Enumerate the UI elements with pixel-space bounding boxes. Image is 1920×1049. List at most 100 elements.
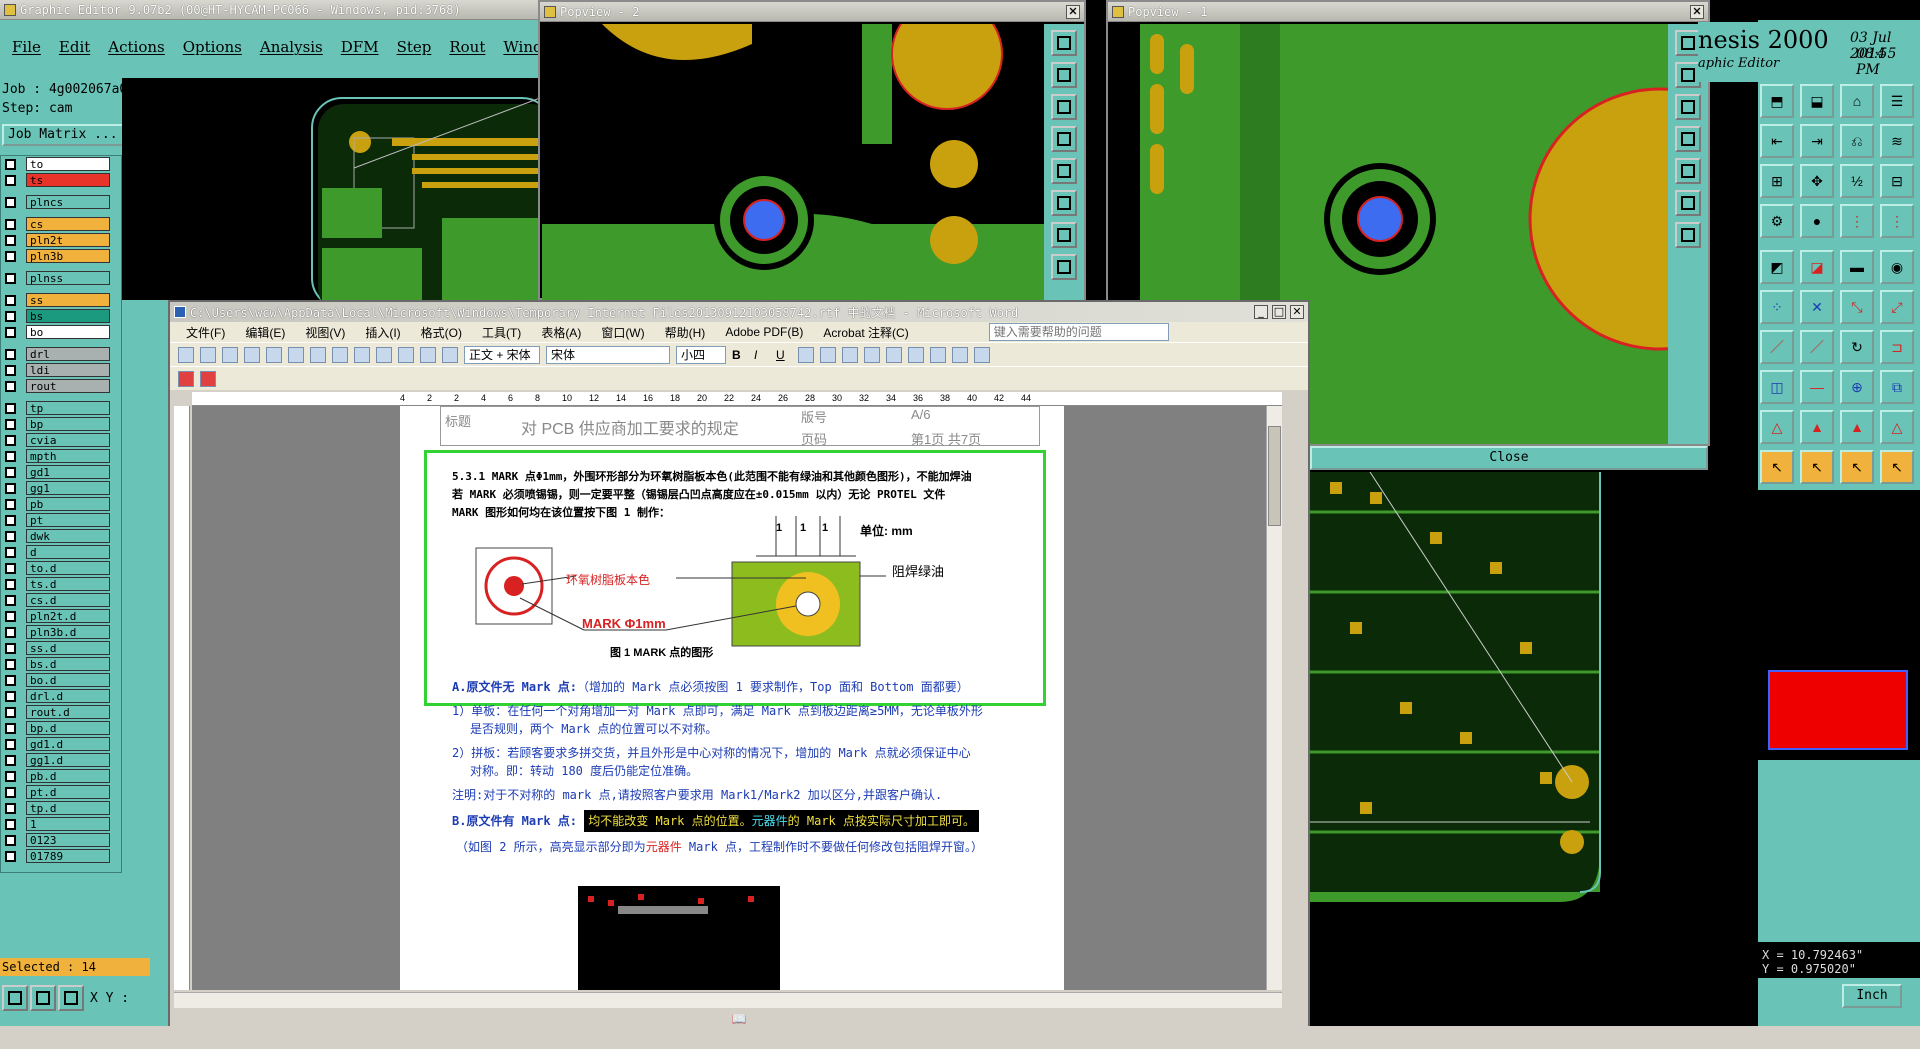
permission-icon[interactable]	[244, 346, 260, 363]
bullets-icon[interactable]	[908, 346, 924, 363]
vertical-scrollbar[interactable]	[1266, 406, 1282, 990]
layer-row[interactable]: pb	[5, 496, 121, 512]
copy-icon[interactable]	[376, 346, 392, 363]
layer-row[interactable]: cvia	[5, 432, 121, 448]
layer-checkbox[interactable]	[5, 482, 16, 494]
tool-icon[interactable]: ●	[1800, 204, 1834, 238]
underline-icon[interactable]: U	[776, 348, 792, 362]
word-menu-edit[interactable]: 编辑(E)	[245, 324, 285, 341]
font-dropdown[interactable]: 宋体	[546, 345, 670, 364]
menu-rout[interactable]: Rout	[449, 38, 485, 56]
layer-checkbox[interactable]	[5, 218, 16, 230]
layer-row[interactable]: pt.d	[5, 784, 121, 800]
layer-checkbox[interactable]	[5, 380, 16, 392]
layer-row[interactable]: gd1.d	[5, 736, 121, 752]
layer-row[interactable]: cs	[5, 216, 121, 232]
close-icon[interactable]: ✕	[1066, 5, 1080, 19]
save-icon[interactable]	[222, 346, 238, 363]
tool-icon[interactable]: ☰	[1880, 84, 1914, 118]
layer-row[interactable]: d	[5, 544, 121, 560]
tool-icon[interactable]: ↻	[1840, 330, 1874, 364]
layer-row[interactable]: pln2t.d	[5, 608, 121, 624]
layer-checkbox[interactable]	[5, 738, 16, 750]
layer-checkbox[interactable]	[5, 196, 16, 208]
overview-pane[interactable]	[1756, 490, 1920, 760]
layer-row[interactable]: ts	[5, 172, 121, 188]
layer-row[interactable]: pln3b	[5, 248, 121, 264]
layer-name[interactable]: ss.d	[26, 641, 110, 655]
new-icon[interactable]	[178, 346, 194, 363]
layer-name[interactable]: drl	[26, 347, 110, 361]
layer-row[interactable]: rout.d	[5, 704, 121, 720]
layer-row[interactable]: ldi	[5, 362, 121, 378]
pointer-icon[interactable]: ↖	[1760, 450, 1794, 484]
vertical-ruler[interactable]	[174, 406, 190, 990]
layer-name[interactable]: plncs	[26, 195, 110, 209]
layer-row[interactable]: ts.d	[5, 576, 121, 592]
layer-checkbox[interactable]	[5, 272, 16, 284]
layer-row[interactable]: to.d	[5, 560, 121, 576]
tool-icon[interactable]: ⚙	[1760, 204, 1794, 238]
preview-icon[interactable]	[310, 346, 326, 363]
layer-checkbox[interactable]	[5, 802, 16, 814]
layer-name[interactable]: pb	[26, 497, 110, 511]
word-menu-table[interactable]: 表格(A)	[541, 324, 581, 341]
tool-icon[interactable]: ◪	[1800, 250, 1834, 284]
menu-analysis[interactable]: Analysis	[260, 38, 323, 56]
layer-name[interactable]: ss	[26, 293, 110, 307]
tool-icon[interactable]: ／	[1760, 330, 1794, 364]
layer-name[interactable]: plnss	[26, 271, 110, 285]
popview-tool-icon[interactable]	[1051, 62, 1077, 88]
layer-row[interactable]: pln3b.d	[5, 624, 121, 640]
layer-checkbox[interactable]	[5, 690, 16, 702]
tool-icon[interactable]: ▲	[1840, 410, 1874, 444]
tool-icon[interactable]: ⬓	[1800, 84, 1834, 118]
layer-checkbox[interactable]	[5, 514, 16, 526]
layer-name[interactable]: drl.d	[26, 689, 110, 703]
layer-row[interactable]: bp.d	[5, 720, 121, 736]
indent-icon[interactable]	[930, 346, 946, 363]
layer-name[interactable]: cs.d	[26, 593, 110, 607]
layer-checkbox[interactable]	[5, 674, 16, 686]
help-search-input[interactable]	[988, 323, 1169, 341]
layer-checkbox[interactable]	[5, 364, 16, 376]
tool-icon[interactable]: ⋮	[1880, 204, 1914, 238]
tool-icon[interactable]: ⊐	[1880, 330, 1914, 364]
layer-row[interactable]: cs.d	[5, 592, 121, 608]
layer-row[interactable]: tp.d	[5, 800, 121, 816]
layer-name[interactable]: bp.d	[26, 721, 110, 735]
layer-name[interactable]: rout	[26, 379, 110, 393]
layer-checkbox[interactable]	[5, 578, 16, 590]
tool-icon[interactable]: ⇥	[1800, 124, 1834, 158]
tool-icon[interactable]: ≋	[1880, 124, 1914, 158]
undo-icon[interactable]	[420, 346, 436, 363]
layer-checkbox[interactable]	[5, 594, 16, 606]
pdf-mail-icon[interactable]	[200, 370, 216, 387]
layer-checkbox[interactable]	[5, 546, 16, 558]
layer-checkbox[interactable]	[5, 722, 16, 734]
layer-row[interactable]: pt	[5, 512, 121, 528]
word-menu-adobe[interactable]: Adobe PDF(B)	[725, 325, 803, 339]
tool-icon[interactable]: ⇤	[1760, 124, 1794, 158]
size-dropdown[interactable]: 小四	[676, 345, 726, 364]
print-icon[interactable]	[288, 346, 304, 363]
popview-2-title-bar[interactable]: Popview - 2 ✕	[540, 2, 1084, 22]
layer-checkbox[interactable]	[5, 642, 16, 654]
open-icon[interactable]	[200, 346, 216, 363]
layer-checkbox[interactable]	[5, 250, 16, 262]
layer-checkbox[interactable]	[5, 834, 16, 846]
layer-name[interactable]: pln3b	[26, 249, 110, 263]
layer-name[interactable]: bs.d	[26, 657, 110, 671]
tool-icon[interactable]: △	[1880, 410, 1914, 444]
layer-row[interactable]: 01789	[5, 848, 121, 864]
close-icon[interactable]: ✕	[1290, 305, 1304, 319]
layer-checkbox[interactable]	[5, 770, 16, 782]
numbering-icon[interactable]	[886, 346, 902, 363]
tool-icon[interactable]: —	[1800, 370, 1834, 404]
layer-row[interactable]: ss	[5, 292, 121, 308]
word-menu-format[interactable]: 格式(O)	[421, 324, 462, 341]
measure-tool-icon[interactable]	[30, 985, 56, 1011]
layer-row[interactable]: 0123	[5, 832, 121, 848]
layer-checkbox[interactable]	[5, 706, 16, 718]
layer-row[interactable]: bp	[5, 416, 121, 432]
